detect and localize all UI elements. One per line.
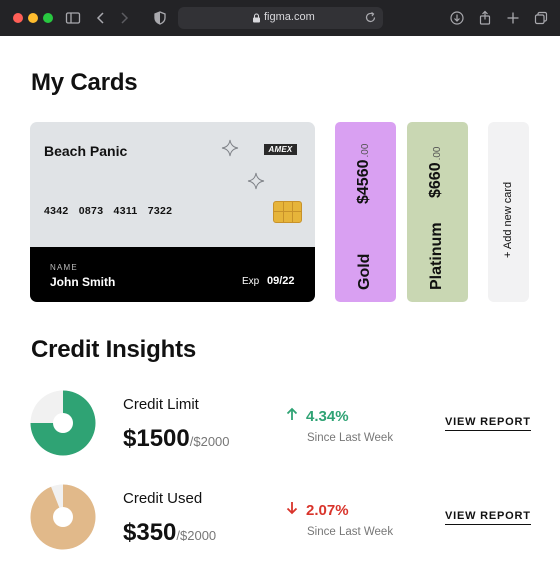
insight-label: Credit Used xyxy=(123,490,203,507)
arrow-up-icon xyxy=(286,407,298,420)
close-window-button[interactable] xyxy=(13,13,23,23)
insight-label: Credit Limit xyxy=(123,396,199,413)
credit-card[interactable]: Beach Panic AMEX 4342 0873 4311 7322 NAM… xyxy=(30,122,315,302)
pie-center-hole xyxy=(53,413,73,433)
insight-row-credit-used: Credit Used $350/$2000 2.07% Since Last … xyxy=(0,484,560,554)
section-title-credit-insights: Credit Insights xyxy=(31,336,197,363)
card-brand-logo: AMEX xyxy=(264,144,297,155)
back-icon[interactable] xyxy=(92,9,110,27)
add-new-card-button[interactable]: + Add new card xyxy=(488,122,529,302)
view-report-link[interactable]: VIEW REPORT xyxy=(445,510,531,525)
name-label: NAME xyxy=(50,263,78,272)
expiry-label: Exp xyxy=(242,276,260,287)
card-chip-icon xyxy=(273,201,302,223)
expiry-date: 09/22 xyxy=(267,275,295,287)
sidebar-toggle-icon[interactable] xyxy=(64,9,82,27)
url-text: figma.com xyxy=(264,11,315,23)
gold-card-amount: $4560.00 xyxy=(355,143,372,204)
insight-row-credit-limit: Credit Limit $1500/$2000 4.34% Since Las… xyxy=(0,390,560,460)
maximize-window-button[interactable] xyxy=(43,13,53,23)
shield-icon[interactable] xyxy=(151,9,169,27)
trend-change: 4.34% xyxy=(285,407,349,425)
card-bank-name: Beach Panic xyxy=(44,143,128,159)
minimize-window-button[interactable] xyxy=(28,13,38,23)
trend-change: 2.07% xyxy=(285,501,349,519)
view-report-link[interactable]: VIEW REPORT xyxy=(445,416,531,431)
platinum-card-tier: Platinum xyxy=(428,222,445,290)
card-holder-strip: NAME John Smith Exp 09/22 xyxy=(30,247,315,302)
forward-icon[interactable] xyxy=(115,9,133,27)
tab-overview-icon[interactable] xyxy=(532,9,550,27)
pie-center-hole xyxy=(53,507,73,527)
add-new-card-label: + Add new card xyxy=(502,181,514,258)
platinum-card[interactable]: $660.00 Platinum xyxy=(407,122,468,302)
credit-limit-pie-chart xyxy=(30,390,96,456)
insight-amount: $1500/$2000 xyxy=(123,425,230,452)
credit-used-pie-chart xyxy=(30,484,96,550)
platinum-card-amount: $660.00 xyxy=(427,146,444,199)
arrow-down-icon xyxy=(286,502,298,515)
download-icon[interactable] xyxy=(448,9,466,27)
gold-card[interactable]: $4560.00 Gold xyxy=(335,122,396,302)
new-tab-icon[interactable] xyxy=(504,9,522,27)
card-number: 4342 0873 4311 7322 xyxy=(44,205,173,217)
share-icon[interactable] xyxy=(476,9,494,27)
browser-toolbar: figma.com xyxy=(0,0,560,36)
page-title: My Cards xyxy=(31,69,138,96)
sparkle-icon xyxy=(221,139,239,157)
lock-icon xyxy=(253,13,260,23)
reload-icon[interactable] xyxy=(364,11,377,24)
card-holder-name: John Smith xyxy=(50,275,116,289)
insight-amount: $350/$2000 xyxy=(123,519,217,546)
sparkle-icon xyxy=(247,172,265,190)
since-label: Since Last Week xyxy=(307,526,394,538)
address-bar[interactable]: figma.com xyxy=(178,7,383,29)
gold-card-tier: Gold xyxy=(356,253,373,290)
since-label: Since Last Week xyxy=(307,432,394,444)
